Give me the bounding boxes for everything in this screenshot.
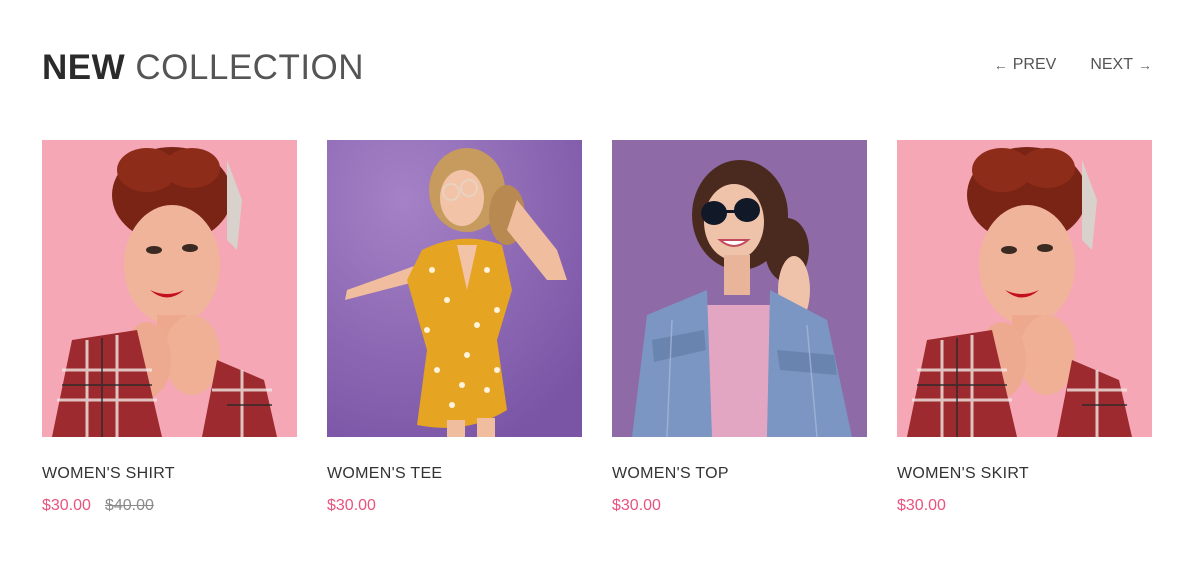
carousel-nav: ← PREV NEXT →: [994, 56, 1152, 74]
product-image-denim-jacket[interactable]: [612, 140, 867, 437]
product-name[interactable]: WOMEN'S SKIRT: [897, 465, 1152, 483]
prev-button[interactable]: ← PREV: [994, 56, 1057, 74]
product-grid: WOMEN'S SHIRT $30.00 $40.00 WOMEN'S TEE …: [42, 140, 1152, 515]
arrow-right-icon: →: [1138, 57, 1152, 73]
product-price: $30.00: [897, 497, 946, 514]
product-name[interactable]: WOMEN'S SHIRT: [42, 465, 297, 483]
product-image-yellow-dress[interactable]: [327, 140, 582, 437]
title-light-word: COLLECTION: [135, 48, 365, 87]
arrow-left-icon: ←: [993, 57, 1008, 73]
section-header: NEW COLLECTION ← PREV NEXT →: [42, 48, 1152, 88]
product-card[interactable]: WOMEN'S TOP $30.00: [612, 140, 867, 515]
prev-label: PREV: [1012, 56, 1057, 73]
product-card[interactable]: WOMEN'S TEE $30.00: [327, 140, 582, 515]
product-price: $30.00: [42, 497, 91, 514]
product-image-plaid-shirt[interactable]: [42, 140, 297, 437]
product-name[interactable]: WOMEN'S TEE: [327, 465, 582, 483]
product-prices: $30.00: [897, 497, 1152, 515]
product-prices: $30.00: [612, 497, 867, 515]
next-button[interactable]: NEXT →: [1090, 56, 1152, 74]
title-bold-word: NEW: [42, 48, 126, 87]
product-price: $30.00: [612, 497, 661, 514]
section-title: NEW COLLECTION: [42, 48, 364, 88]
product-card[interactable]: WOMEN'S SHIRT $30.00 $40.00: [42, 140, 297, 515]
product-prices: $30.00 $40.00: [42, 497, 297, 515]
product-name[interactable]: WOMEN'S TOP: [612, 465, 867, 483]
product-card[interactable]: WOMEN'S SKIRT $30.00: [897, 140, 1152, 515]
next-label: NEXT: [1090, 56, 1133, 73]
product-old-price: $40.00: [104, 497, 154, 514]
product-prices: $30.00: [327, 497, 582, 515]
product-image-plaid-shirt[interactable]: [897, 140, 1152, 437]
product-price: $30.00: [327, 497, 376, 514]
